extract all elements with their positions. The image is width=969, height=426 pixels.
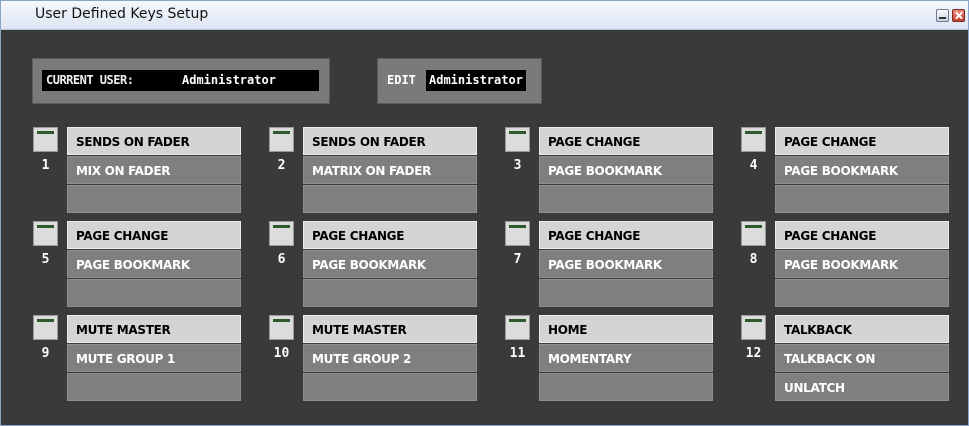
key-number: 2 [277, 158, 286, 173]
key-param1-field[interactable]: PAGE BOOKMARK [775, 156, 949, 184]
led-indicator [37, 319, 54, 322]
key-led-button[interactable] [33, 221, 58, 246]
close-icon[interactable] [952, 9, 965, 22]
user-key-11: 11 HOME MOMENTARY [505, 315, 735, 403]
key-number: 4 [749, 158, 758, 173]
key-led-button[interactable] [741, 127, 766, 152]
user-key-2: 2 SENDS ON FADER MATRIX ON FADER [269, 127, 499, 215]
key-function-field[interactable]: PAGE CHANGE [303, 221, 477, 249]
key-param2-field[interactable] [67, 185, 241, 213]
key-number: 8 [749, 252, 758, 267]
minimize-icon[interactable] [936, 9, 949, 22]
current-user-display: CURRENT USER: Administrator [42, 70, 319, 91]
led-indicator [37, 225, 54, 228]
key-param2-field[interactable]: UNLATCH [775, 373, 949, 401]
led-indicator [273, 319, 290, 322]
key-number: 5 [41, 252, 50, 267]
key-function-field[interactable]: PAGE CHANGE [775, 127, 949, 155]
key-function-field[interactable]: PAGE CHANGE [67, 221, 241, 249]
key-function-field[interactable]: PAGE CHANGE [775, 221, 949, 249]
window-title: User Defined Keys Setup [35, 6, 209, 22]
led-indicator [37, 131, 54, 134]
key-param1-field[interactable]: PAGE BOOKMARK [539, 250, 713, 278]
key-param1-field[interactable]: PAGE BOOKMARK [775, 250, 949, 278]
key-number: 1 [41, 158, 50, 173]
key-param2-field[interactable] [775, 185, 949, 213]
key-number: 11 [509, 346, 526, 361]
key-param1-field[interactable]: MUTE GROUP 1 [67, 344, 241, 372]
key-param1-field[interactable]: TALKBACK ON [775, 344, 949, 372]
user-key-10: 10 MUTE MASTER MUTE GROUP 2 [269, 315, 499, 403]
user-key-1: 1 SENDS ON FADER MIX ON FADER [33, 127, 263, 215]
key-param2-field[interactable] [303, 373, 477, 401]
key-led-button[interactable] [33, 315, 58, 340]
key-param1-field[interactable]: MIX ON FADER [67, 156, 241, 184]
key-param1-field[interactable]: MOMENTARY [539, 344, 713, 372]
key-led-button[interactable] [269, 221, 294, 246]
current-user-panel: CURRENT USER: Administrator [32, 58, 330, 104]
key-led-button[interactable] [505, 315, 530, 340]
user-key-9: 9 MUTE MASTER MUTE GROUP 1 [33, 315, 263, 403]
led-indicator [273, 131, 290, 134]
user-key-4: 4 PAGE CHANGE PAGE BOOKMARK [741, 127, 969, 215]
user-key-3: 3 PAGE CHANGE PAGE BOOKMARK [505, 127, 735, 215]
key-led-button[interactable] [505, 221, 530, 246]
key-number: 3 [513, 158, 522, 173]
key-number: 7 [513, 252, 522, 267]
edit-user-panel: EDIT Administrator [377, 58, 542, 104]
title-bar: User Defined Keys Setup [1, 1, 968, 30]
key-param2-field[interactable] [67, 373, 241, 401]
key-number: 9 [41, 346, 50, 361]
current-user-label: CURRENT USER: [46, 73, 134, 87]
key-param2-field[interactable] [303, 185, 477, 213]
key-param2-field[interactable] [775, 279, 949, 307]
key-number: 12 [745, 346, 762, 361]
key-number: 6 [277, 252, 286, 267]
key-led-button[interactable] [33, 127, 58, 152]
user-key-5: 5 PAGE CHANGE PAGE BOOKMARK [33, 221, 263, 309]
key-led-button[interactable] [741, 315, 766, 340]
led-indicator [509, 225, 526, 228]
led-indicator [745, 225, 762, 228]
key-param1-field[interactable]: PAGE BOOKMARK [539, 156, 713, 184]
key-param2-field[interactable] [539, 279, 713, 307]
key-function-field[interactable]: TALKBACK [775, 315, 949, 343]
led-indicator [509, 131, 526, 134]
led-indicator [509, 319, 526, 322]
key-param2-field[interactable] [303, 279, 477, 307]
key-param2-field[interactable] [539, 373, 713, 401]
key-param1-field[interactable]: PAGE BOOKMARK [303, 250, 477, 278]
user-defined-keys-window: User Defined Keys Setup CURRENT USER: Ad… [0, 0, 969, 426]
key-param1-field[interactable]: MATRIX ON FADER [303, 156, 477, 184]
led-indicator [273, 225, 290, 228]
user-key-8: 8 PAGE CHANGE PAGE BOOKMARK [741, 221, 969, 309]
key-function-field[interactable]: SENDS ON FADER [67, 127, 241, 155]
key-param1-field[interactable]: MUTE GROUP 2 [303, 344, 477, 372]
current-user-value: Administrator [182, 73, 276, 87]
edit-user-button[interactable]: Administrator [426, 70, 526, 91]
key-function-field[interactable]: HOME [539, 315, 713, 343]
user-key-12: 12 TALKBACK TALKBACK ON UNLATCH [741, 315, 969, 403]
key-function-field[interactable]: MUTE MASTER [67, 315, 241, 343]
key-led-button[interactable] [505, 127, 530, 152]
key-function-field[interactable]: MUTE MASTER [303, 315, 477, 343]
key-led-button[interactable] [269, 127, 294, 152]
key-number: 10 [273, 346, 290, 361]
key-function-field[interactable]: PAGE CHANGE [539, 221, 713, 249]
led-indicator [745, 131, 762, 134]
key-led-button[interactable] [741, 221, 766, 246]
key-param2-field[interactable] [539, 185, 713, 213]
user-key-7: 7 PAGE CHANGE PAGE BOOKMARK [505, 221, 735, 309]
key-function-field[interactable]: SENDS ON FADER [303, 127, 477, 155]
key-led-button[interactable] [269, 315, 294, 340]
key-param2-field[interactable] [67, 279, 241, 307]
user-key-6: 6 PAGE CHANGE PAGE BOOKMARK [269, 221, 499, 309]
key-function-field[interactable]: PAGE CHANGE [539, 127, 713, 155]
key-param1-field[interactable]: PAGE BOOKMARK [67, 250, 241, 278]
led-indicator [745, 319, 762, 322]
edit-label: EDIT [387, 73, 416, 87]
